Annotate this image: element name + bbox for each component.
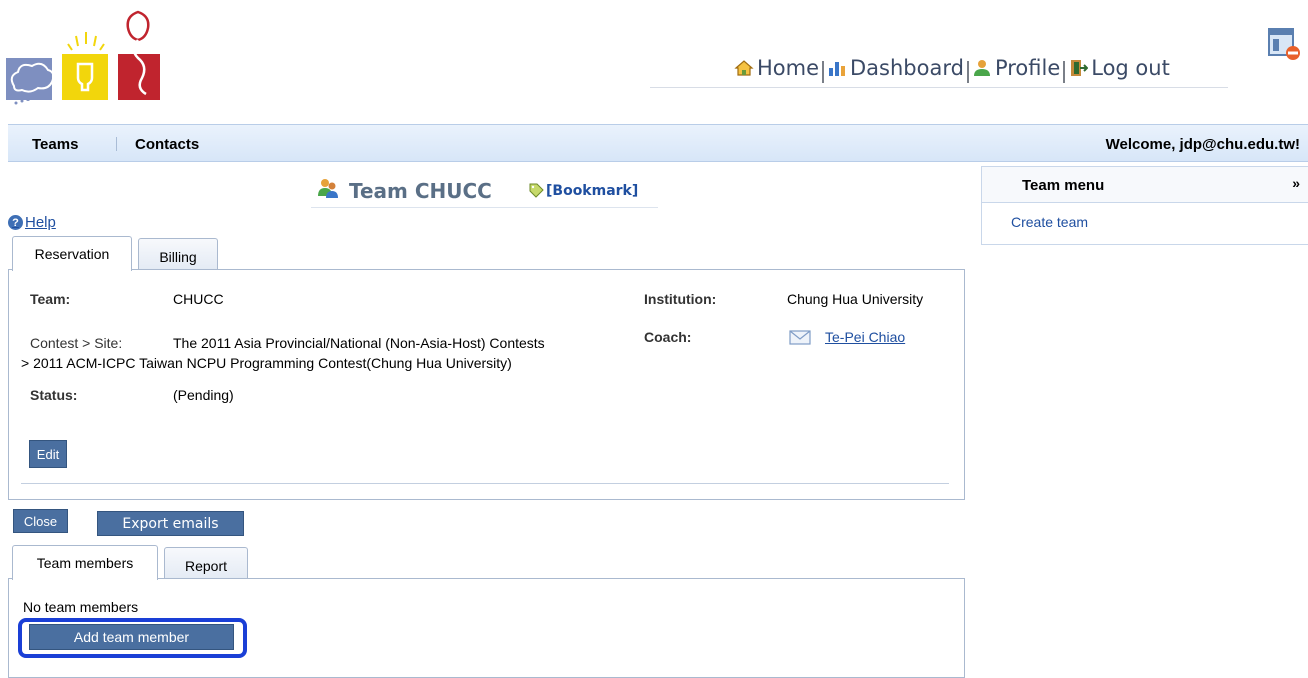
reservation-panel: Team: CHUCC Contest > Site: The 2011 Asi… <box>8 269 965 500</box>
welcome-text: Welcome, jdp@chu.edu.tw! <box>1105 136 1300 153</box>
contest-label-text: Contest > Site: <box>30 335 123 351</box>
menu-contacts[interactable]: Contacts <box>135 136 199 153</box>
user-icon <box>973 60 990 76</box>
tab-reservation-label: Reservation <box>34 246 110 262</box>
tab-billing-label: Billing <box>159 249 197 265</box>
home-icon <box>734 60 754 76</box>
top-navigation: Home Dashboard Profile Log out <box>650 52 1228 88</box>
team-menu-header[interactable]: Team menu » <box>982 167 1308 203</box>
team-menu-title: Team menu <box>1022 177 1105 194</box>
home-label: Home <box>757 56 820 80</box>
close-button[interactable]: Close <box>13 509 68 533</box>
tab-team-members-label: Team members <box>36 555 134 571</box>
status-value: (Pending) <box>173 387 234 403</box>
team-menu-panel: Team menu » Create team <box>981 166 1308 245</box>
coach-label: Coach: <box>644 329 692 345</box>
contest-value-line2: > 2011 ACM-ICPC Taiwan NCPU Programming … <box>21 355 512 371</box>
team-label: Team: <box>30 291 71 307</box>
bookmark-link[interactable]: [Bookmark] <box>546 183 638 199</box>
main-menu-bar: Teams Contacts Welcome, jdp@chu.edu.tw! <box>8 124 1308 162</box>
nav-divider <box>822 61 825 83</box>
exit-icon <box>1071 60 1089 76</box>
collapse-chevron-icon[interactable]: » <box>1292 175 1300 191</box>
window-remove-icon[interactable] <box>1266 26 1302 62</box>
institution-value: Chung Hua University <box>787 291 924 307</box>
profile-link[interactable]: Profile <box>972 56 1060 80</box>
team-value: CHUCC <box>173 291 224 307</box>
site-logo <box>6 10 160 105</box>
tab-reservation[interactable]: Reservation <box>12 236 132 271</box>
dashboard-label: Dashboard <box>850 56 964 80</box>
nav-divider <box>1063 61 1066 83</box>
edit-button[interactable]: Edit <box>29 440 67 468</box>
bookmark-tag-icon <box>529 183 544 198</box>
profile-label: Profile <box>994 56 1061 80</box>
home-link[interactable]: Home <box>734 56 819 80</box>
dashboard-link[interactable]: Dashboard <box>827 56 964 80</box>
email-icon[interactable] <box>789 330 811 345</box>
logout-label: Log out <box>1091 56 1170 80</box>
chart-icon <box>829 62 846 76</box>
add-team-member-button[interactable]: Add team member <box>29 624 234 650</box>
panel-divider <box>21 483 949 484</box>
help-label: Help <box>25 214 56 231</box>
contest-label: Contest > Site: <box>30 335 122 351</box>
team-title: Team CHUCC <box>349 179 492 203</box>
tab-billing[interactable]: Billing <box>138 238 218 271</box>
create-team-link[interactable]: Create team <box>1011 214 1088 230</box>
coach-link[interactable]: Te-Pei Chiao <box>825 329 905 345</box>
tab-team-members[interactable]: Team members <box>12 545 158 580</box>
nav-divider <box>966 61 969 83</box>
help-icon: ? <box>8 215 23 230</box>
contest-value-line1: The 2011 Asia Provincial/National (Non-A… <box>173 335 545 351</box>
help-link[interactable]: ? Help <box>8 214 56 231</box>
menu-divider <box>116 137 117 151</box>
institution-label: Institution: <box>644 291 717 307</box>
page-title: Team CHUCC [Bookmark] <box>311 176 658 208</box>
tab-report[interactable]: Report <box>164 547 248 580</box>
status-label: Status: <box>30 387 78 403</box>
empty-members-text: No team members <box>23 599 139 615</box>
export-emails-button[interactable]: Export emails <box>97 511 244 536</box>
team-icon <box>318 179 338 198</box>
tab-report-label: Report <box>184 558 228 574</box>
logout-link[interactable]: Log out <box>1068 56 1170 80</box>
menu-teams[interactable]: Teams <box>32 136 78 153</box>
